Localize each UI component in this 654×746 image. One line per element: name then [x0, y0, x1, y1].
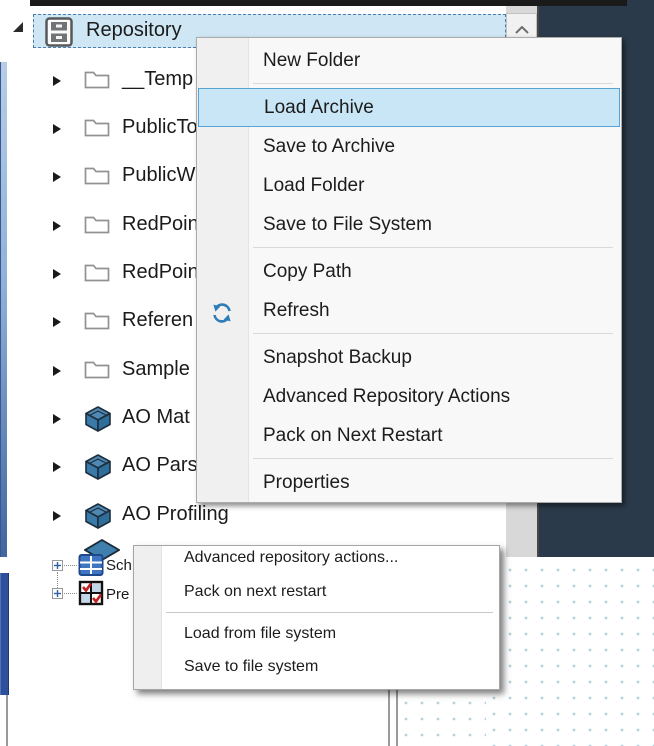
- menu-item-new-folder[interactable]: New Folder: [197, 41, 621, 80]
- bottom-left-window-edge: [0, 573, 9, 695]
- package-cube-icon: [84, 502, 112, 532]
- tree-item-label: __Temp: [122, 68, 193, 91]
- menu-item-pack-on-next-restart-2[interactable]: Pack on next restart: [134, 575, 499, 608]
- menu-item-save-to-archive[interactable]: Save to Archive: [197, 127, 621, 166]
- tree-item-label: RedPoin: [122, 213, 199, 236]
- tree-connector-dots: [64, 565, 77, 566]
- tree-expander-collapsed-icon[interactable]: [52, 74, 62, 92]
- tree-item-label: AO Pars: [122, 454, 198, 477]
- menu-item-save-to-file-system[interactable]: Save to File System: [197, 205, 621, 244]
- menu-item-advanced-repository-actions[interactable]: Advanced Repository Actions: [197, 377, 621, 416]
- menu-item-refresh[interactable]: Refresh: [197, 291, 621, 330]
- folder-icon: [84, 308, 110, 337]
- classic-expander-plus-icon[interactable]: [52, 588, 63, 599]
- tree-item-label: RedPoin: [122, 261, 199, 284]
- tree-expander-collapsed-icon[interactable]: [52, 460, 62, 478]
- tree-expander-collapsed-icon[interactable]: [52, 364, 62, 382]
- tree-expander-expanded-icon[interactable]: [12, 21, 25, 39]
- menu-item-advanced-repository-actions-2[interactable]: Advanced repository actions...: [134, 545, 499, 575]
- menu-item-save-to-file-system-2[interactable]: Save to file system: [134, 650, 499, 683]
- tree-connector-dots: [64, 593, 77, 594]
- folder-icon: [84, 212, 110, 241]
- tree-expander-collapsed-icon[interactable]: [52, 509, 62, 527]
- menu-separator: [134, 608, 499, 617]
- tree-item-label: PublicW: [122, 164, 195, 187]
- menu-item-load-archive[interactable]: Load Archive: [198, 88, 620, 127]
- package-cube-icon: [84, 405, 112, 435]
- tree-expander-collapsed-icon[interactable]: [52, 315, 62, 333]
- tree-item-label: Referen: [122, 309, 193, 332]
- tree-item-label: AO Profiling: [122, 503, 229, 526]
- menu-item-snapshot-backup[interactable]: Snapshot Backup: [197, 338, 621, 377]
- classic-tree-item-label[interactable]: Pre: [106, 586, 129, 603]
- tree-expander-collapsed-icon[interactable]: [52, 267, 62, 285]
- folder-icon: [84, 115, 110, 144]
- screen: Repository __Temp PublicTo PublicW RedPo…: [0, 0, 654, 746]
- folder-icon: [84, 357, 110, 386]
- menu-item-properties[interactable]: Properties: [197, 463, 621, 502]
- menu-item-label: Refresh: [263, 300, 330, 321]
- tree-root-label: Repository: [86, 19, 182, 42]
- canvas-dot-grid: [398, 695, 486, 746]
- table-icon: [78, 553, 104, 582]
- menu-separator: [197, 244, 621, 252]
- left-window-edge: [0, 62, 7, 560]
- menu-item-load-from-file-system[interactable]: Load from file system: [134, 617, 499, 650]
- tree-expander-collapsed-icon[interactable]: [52, 122, 62, 140]
- tree-item-label: AO Mat: [122, 406, 190, 429]
- menu-separator: [197, 330, 621, 338]
- folder-icon: [84, 260, 110, 289]
- tree-item-label: Sample: [122, 358, 190, 381]
- check-grid-icon: [77, 579, 105, 612]
- menu-item-pack-on-next-restart[interactable]: Pack on Next Restart: [197, 416, 621, 455]
- chevron-up-icon: [515, 21, 529, 39]
- canvas-dot-grid: [486, 562, 654, 746]
- tree-expander-collapsed-icon[interactable]: [52, 412, 62, 430]
- menu-separator: [197, 80, 621, 88]
- bottom-left-panel-border: [6, 695, 8, 746]
- tree-expander-collapsed-icon[interactable]: [52, 219, 62, 237]
- secondary-context-menu: Advanced repository actions... Pack on n…: [133, 545, 500, 690]
- package-cube-icon: [84, 453, 112, 483]
- tree-item-label: PublicTo: [122, 116, 198, 139]
- folder-icon: [84, 163, 110, 192]
- folder-icon: [84, 67, 110, 96]
- tree-expander-collapsed-icon[interactable]: [52, 170, 62, 188]
- classic-tree-item-label[interactable]: Sch: [106, 557, 132, 574]
- classic-expander-plus-icon[interactable]: [52, 560, 63, 571]
- repository-cabinet-icon: [45, 17, 73, 52]
- bottom-panel-divider: [388, 690, 398, 746]
- menu-item-load-folder[interactable]: Load Folder: [197, 166, 621, 205]
- repository-context-menu: New Folder Load Archive Save to Archive …: [196, 37, 622, 503]
- tree-item-ao-profiling[interactable]: AO Profiling: [8, 498, 537, 532]
- top-window-edge: [30, 0, 627, 6]
- menu-separator: [197, 455, 621, 463]
- menu-item-copy-path[interactable]: Copy Path: [197, 252, 621, 291]
